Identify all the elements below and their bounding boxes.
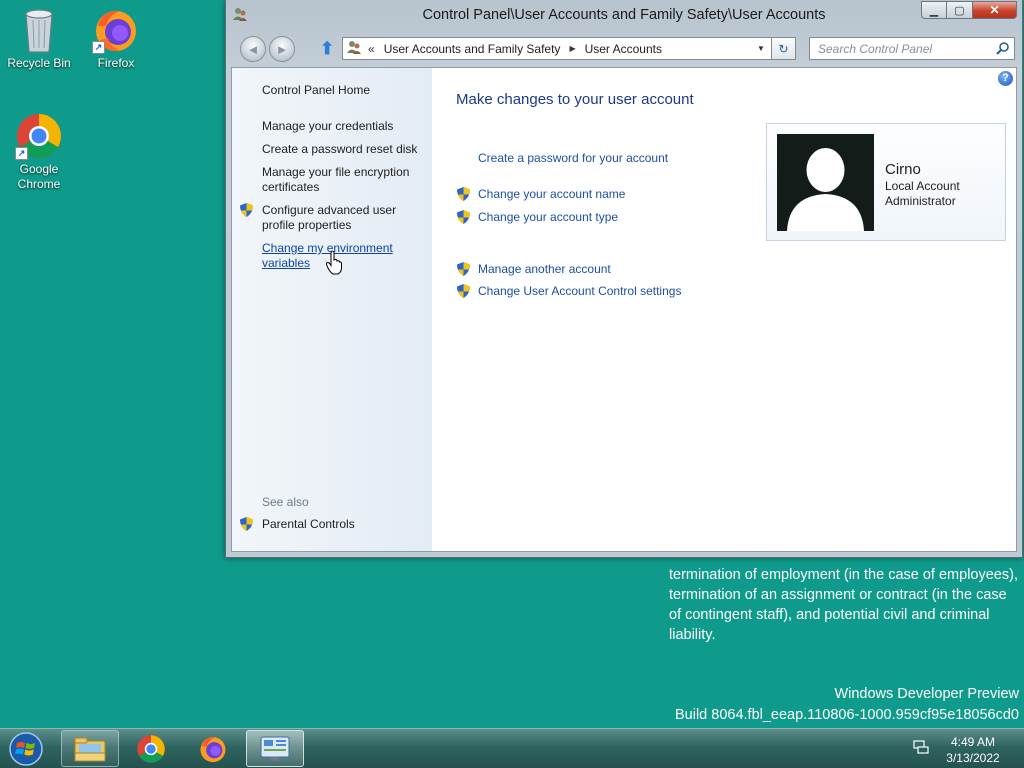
build-watermark: Windows Developer Preview Build 8064.fbl…: [675, 684, 1019, 726]
close-button[interactable]: ✕: [973, 1, 1017, 19]
uac-shield-icon: [240, 203, 253, 217]
taskbar: 4:49 AM 3/13/2022: [0, 728, 1024, 768]
search-placeholder: Search Control Panel: [818, 41, 933, 56]
shortcut-arrow-icon: ↗: [92, 41, 105, 54]
change-uac-settings-link[interactable]: Change User Account Control settings: [478, 284, 681, 298]
change-account-type-link[interactable]: Change your account type: [478, 210, 618, 224]
control-panel-home-link[interactable]: Control Panel Home: [262, 83, 427, 98]
file-explorer-icon: [74, 737, 106, 761]
watermark-edition: Windows Developer Preview: [834, 686, 1019, 702]
user-name: Cirno: [885, 161, 921, 178]
breadcrumb-user-accounts-and-family-safety[interactable]: User Accounts and Family Safety: [384, 42, 561, 56]
desktop-icon-recycle-bin[interactable]: Recycle Bin: [1, 6, 77, 71]
help-button[interactable]: ?: [998, 71, 1013, 86]
configure-advanced-profile-link[interactable]: Configure advanced user profile properti…: [262, 203, 427, 233]
create-password-reset-disk-link[interactable]: Create a password reset disk: [262, 142, 427, 157]
caption-buttons: ▁ ▢ ✕: [921, 1, 1017, 19]
control-panel-window: Control Panel\User Accounts and Family S…: [225, 0, 1023, 558]
manage-another-account-link[interactable]: Manage another account: [478, 262, 611, 276]
breadcrumb-separator-icon[interactable]: ▶: [569, 44, 575, 53]
shortcut-arrow-icon: ↗: [15, 147, 28, 160]
address-dropdown-button[interactable]: ▼: [751, 38, 771, 59]
search-icon[interactable]: [995, 41, 1010, 59]
clock-time: 4:49 AM: [950, 735, 996, 749]
minimize-button[interactable]: ▁: [921, 1, 947, 19]
manage-credentials-link[interactable]: Manage your credentials: [262, 119, 427, 134]
desktop-policy-text: termination of employment (in the case o…: [669, 567, 1018, 643]
uac-shield-icon: [240, 517, 253, 531]
content-area: Control Panel Home Manage your credentia…: [231, 67, 1017, 552]
address-overflow-chevron[interactable]: «: [368, 42, 375, 56]
up-button[interactable]: ⬆: [320, 39, 334, 59]
taskbar-chrome-button[interactable]: [122, 730, 180, 767]
uac-shield-icon: [457, 210, 470, 224]
taskbar-firefox-button[interactable]: [184, 730, 242, 767]
clock-date: 3/13/2022: [946, 751, 1000, 765]
firefox-icon: [200, 736, 226, 762]
user-role: Administrator: [885, 194, 956, 208]
change-account-name-link[interactable]: Change your account name: [478, 187, 625, 201]
desktop-icon-label: Google Chrome: [17, 162, 61, 191]
firefox-icon: ↗: [92, 6, 140, 54]
taskbar-clock[interactable]: 4:49 AM 3/13/2022: [938, 734, 1008, 766]
see-also-heading: See also: [262, 495, 309, 509]
change-environment-variables-link[interactable]: Change my environment variables: [262, 241, 427, 271]
user-account-tile: Cirno Local Account Administrator: [766, 123, 1006, 241]
navigation-bar: ◄ ► ⬆ « User Accounts and Family Safety …: [226, 34, 1022, 64]
chrome-icon: [137, 734, 165, 763]
address-bar[interactable]: « User Accounts and Family Safety ▶ User…: [342, 37, 772, 60]
uac-shield-icon: [457, 284, 470, 298]
create-password-link[interactable]: Create a password for your account: [478, 151, 668, 165]
network-icon[interactable]: [913, 739, 929, 758]
desktop-icon-label: Firefox: [97, 56, 135, 70]
recycle-bin-icon: [15, 6, 63, 54]
forward-button[interactable]: ►: [269, 36, 295, 62]
manage-file-encryption-link[interactable]: Manage your file encryption certificates: [262, 165, 427, 195]
control-panel-icon: [260, 736, 290, 761]
desktop-icon-google-chrome[interactable]: ↗ Google Chrome: [1, 112, 77, 192]
uac-shield-icon: [457, 187, 470, 201]
title-bar[interactable]: Control Panel\User Accounts and Family S…: [226, 0, 1022, 30]
parental-controls-link[interactable]: Parental Controls: [262, 517, 427, 532]
hand-cursor-icon: [326, 251, 342, 275]
desktop-icon-firefox[interactable]: ↗ Firefox: [78, 6, 154, 71]
back-button[interactable]: ◄: [240, 36, 266, 62]
chrome-icon: ↗: [15, 112, 63, 160]
uac-shield-icon: [457, 262, 470, 276]
watermark-build: Build 8064.fbl_eeap.110806-1000.959cf95e…: [674, 707, 1019, 723]
user-accounts-icon: [346, 39, 362, 58]
left-pane: Control Panel Home Manage your credentia…: [232, 68, 432, 551]
refresh-button[interactable]: ↻: [772, 37, 796, 60]
user-avatar-icon: [777, 134, 874, 231]
search-input[interactable]: Search Control Panel: [809, 37, 1015, 60]
taskbar-file-explorer-button[interactable]: [61, 730, 119, 767]
breadcrumb-user-accounts[interactable]: User Accounts: [585, 42, 662, 56]
window-title: Control Panel\User Accounts and Family S…: [422, 7, 826, 23]
start-orb-icon[interactable]: [6, 731, 46, 768]
maximize-button[interactable]: ▢: [947, 1, 973, 19]
user-account-kind: Local Account: [885, 179, 960, 193]
taskbar-control-panel-button[interactable]: [246, 730, 304, 767]
page-title: Make changes to your user account: [456, 91, 694, 108]
desktop-icon-label: Recycle Bin: [7, 56, 71, 70]
